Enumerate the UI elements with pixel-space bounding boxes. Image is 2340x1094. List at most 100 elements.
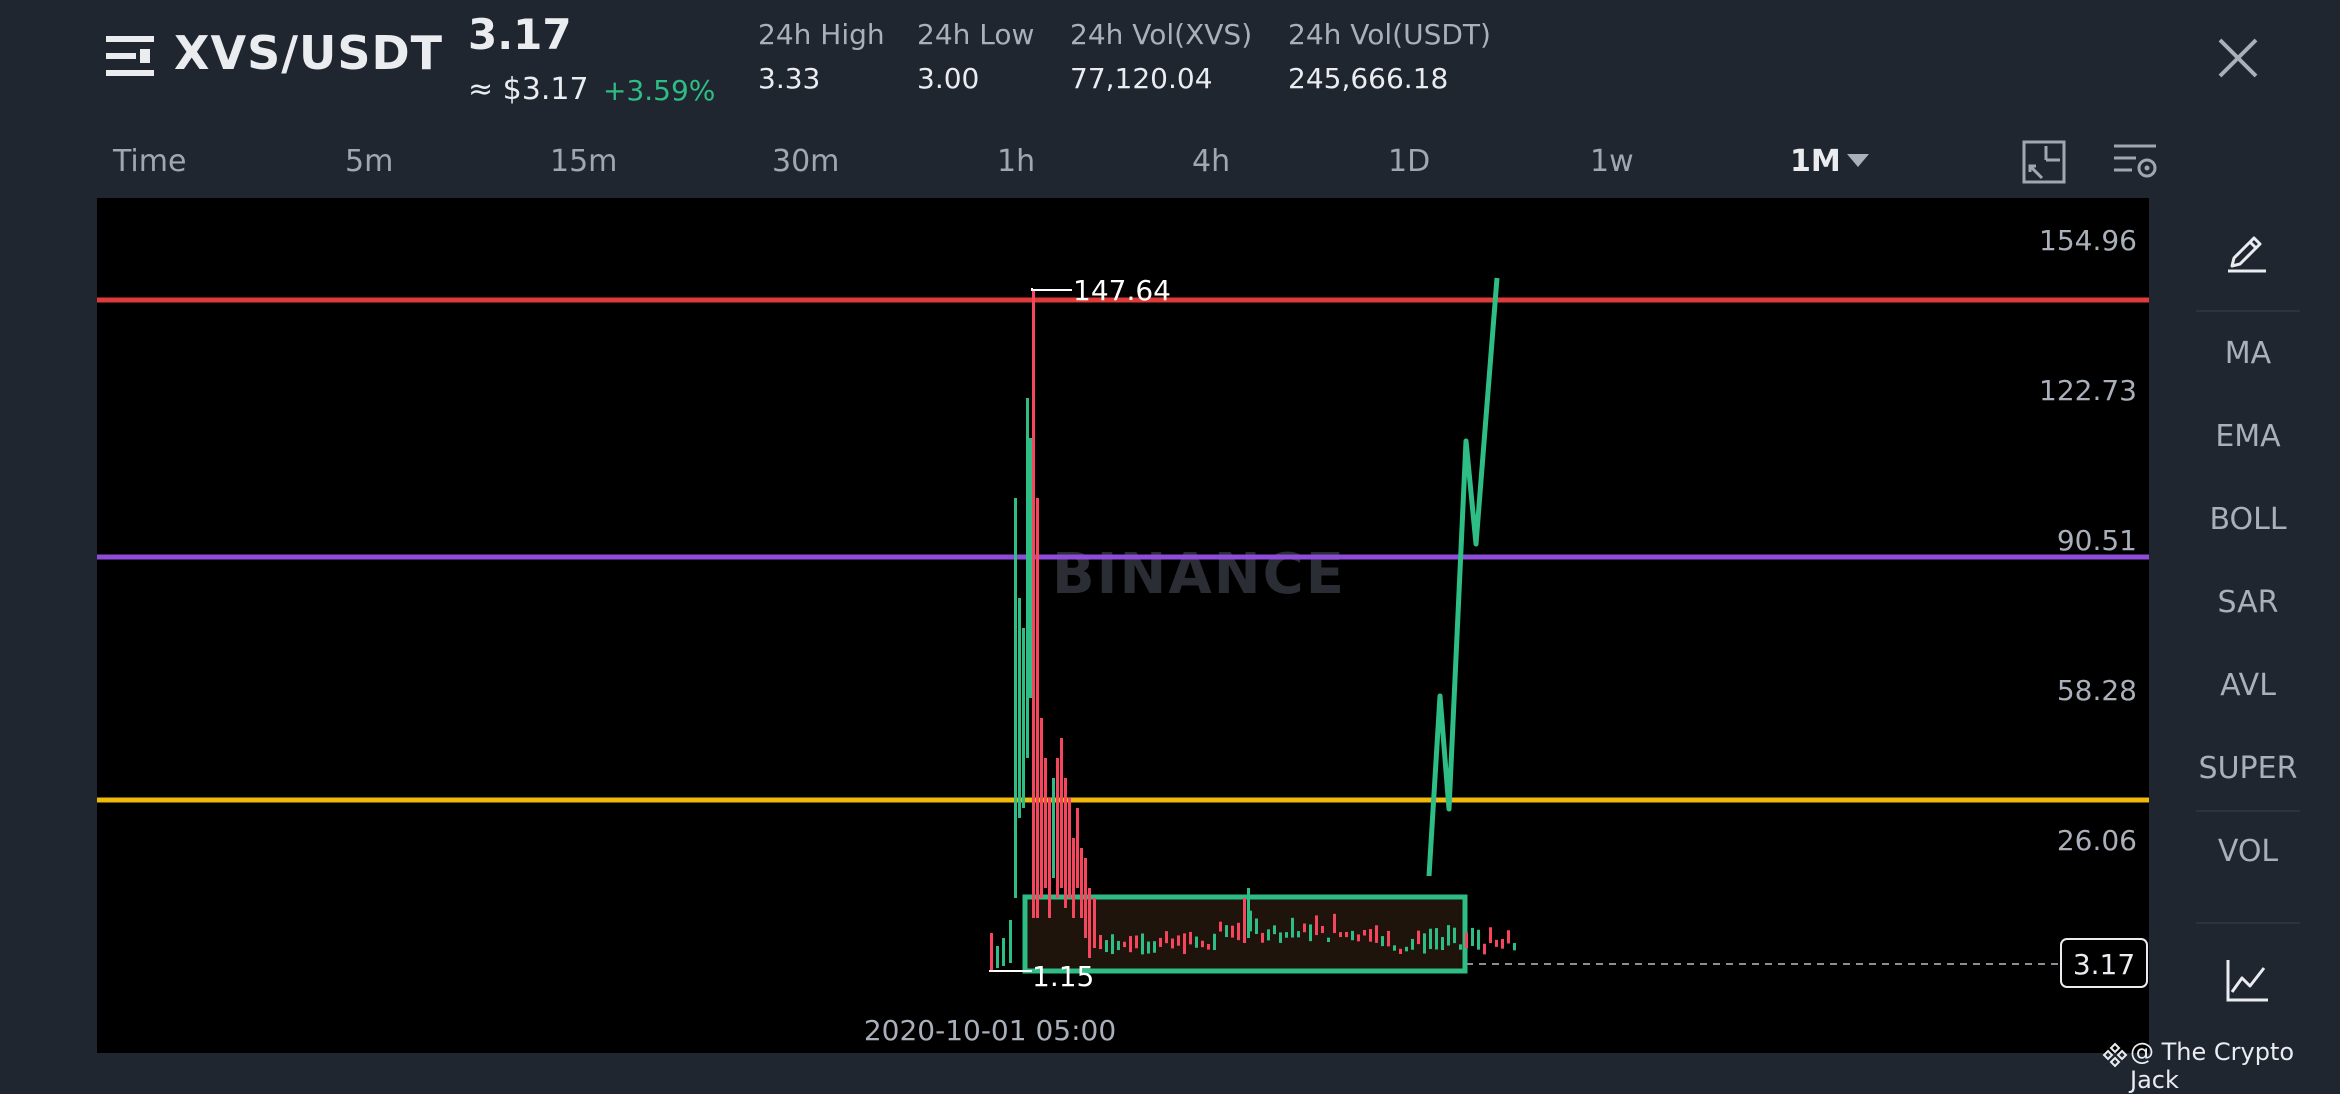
candle xyxy=(1465,932,1468,949)
candle xyxy=(1501,938,1504,949)
tab-1m[interactable]: 1M xyxy=(1790,144,1841,179)
candle xyxy=(1375,925,1378,943)
high-label: 147.64 xyxy=(1073,274,1171,307)
candle xyxy=(1507,930,1510,944)
candle xyxy=(1441,937,1444,951)
candle xyxy=(1099,935,1102,950)
candle xyxy=(1303,923,1306,933)
candle xyxy=(1393,945,1396,951)
candle xyxy=(1435,928,1438,950)
tab-30m[interactable]: 30m xyxy=(772,144,839,179)
candle xyxy=(1255,918,1258,935)
high-marker xyxy=(1031,288,1072,291)
candle xyxy=(1261,932,1264,943)
candle xyxy=(1153,941,1156,953)
candle xyxy=(1267,929,1270,941)
candle xyxy=(1297,931,1300,938)
tab-1w[interactable]: 1w xyxy=(1590,144,1634,179)
crosshair-date-label: 2020-10-01 05:00 xyxy=(864,1014,1116,1047)
candle xyxy=(1351,930,1354,941)
indicator-sar[interactable]: SAR xyxy=(2196,585,2300,620)
candle xyxy=(1084,858,1087,938)
stat-value-vol-usdt: 245,666.18 xyxy=(1288,62,1449,95)
indicator-ema[interactable]: EMA xyxy=(2196,419,2300,454)
candle xyxy=(1111,934,1114,955)
projected-move-line xyxy=(1426,277,1500,877)
candle xyxy=(1117,940,1120,951)
tab-time[interactable]: Time xyxy=(113,144,186,179)
author-credit: @ The Crypto Jack xyxy=(2130,1038,2295,1094)
binance-logo-icon xyxy=(2102,1042,2128,1068)
candle xyxy=(1273,925,1276,935)
indicator-vol[interactable]: VOL xyxy=(2196,834,2300,869)
tab-1d[interactable]: 1D xyxy=(1388,144,1430,179)
candle xyxy=(1093,898,1096,948)
candle xyxy=(1405,946,1408,952)
candle xyxy=(1213,933,1216,951)
candle xyxy=(1032,290,1035,918)
candle xyxy=(1447,925,1450,946)
candle xyxy=(1285,932,1288,938)
candle xyxy=(1339,932,1342,938)
indicator-ma[interactable]: MA xyxy=(2196,336,2300,371)
candle xyxy=(1357,934,1360,942)
caret-down-icon[interactable] xyxy=(1847,154,1869,168)
divider xyxy=(2196,922,2300,924)
tab-15m[interactable]: 15m xyxy=(550,144,617,179)
candle xyxy=(1219,921,1222,932)
candle xyxy=(1040,718,1043,898)
candle xyxy=(1135,935,1138,949)
stat-label-vol-xvs: 24h Vol(XVS) xyxy=(1070,18,1253,51)
price-change: +3.59% xyxy=(603,74,716,107)
candle xyxy=(1327,937,1330,943)
indicator-super[interactable]: SUPER xyxy=(2196,751,2300,786)
candle xyxy=(1321,925,1324,934)
candle xyxy=(1369,929,1372,942)
divider xyxy=(2196,310,2300,312)
candle xyxy=(1459,944,1462,950)
tab-1h[interactable]: 1h xyxy=(997,144,1035,179)
candle xyxy=(1363,929,1366,936)
menu-icon[interactable] xyxy=(106,34,154,78)
indicator-avl[interactable]: AVL xyxy=(2196,668,2300,703)
candle xyxy=(1453,927,1456,944)
stat-value-high: 3.33 xyxy=(758,62,821,95)
candle xyxy=(1195,936,1198,948)
candle xyxy=(1072,838,1075,918)
candle xyxy=(1387,930,1390,947)
candle xyxy=(1489,927,1492,944)
fullscreen-exit-icon[interactable] xyxy=(2022,140,2066,184)
candle xyxy=(1513,943,1516,951)
tab-5m[interactable]: 5m xyxy=(345,144,393,179)
y-tick-label: 26.06 xyxy=(2057,824,2137,857)
candle xyxy=(1201,940,1204,948)
candlestick-series xyxy=(990,290,1516,971)
price-chart[interactable]: BINANCE 147.64 1.15 154.96 122.73 90.51 … xyxy=(97,198,2149,1053)
candle xyxy=(1279,932,1282,943)
candle xyxy=(1165,931,1168,944)
candle xyxy=(1309,924,1312,942)
candle xyxy=(1080,848,1083,918)
candle xyxy=(1076,808,1079,888)
candle xyxy=(1471,927,1474,946)
line-chart-icon[interactable] xyxy=(2224,958,2270,1004)
candle xyxy=(1189,931,1192,945)
y-tick-label: 122.73 xyxy=(2039,374,2137,407)
close-icon[interactable] xyxy=(2210,30,2266,86)
current-price-label: 3.17 xyxy=(2073,948,2135,981)
candle xyxy=(1177,935,1180,946)
pair-title[interactable]: XVS/USDT xyxy=(174,26,443,80)
indicator-boll[interactable]: BOLL xyxy=(2196,502,2300,537)
candle xyxy=(1105,940,1108,953)
tab-4h[interactable]: 4h xyxy=(1192,144,1230,179)
candle xyxy=(1333,913,1336,934)
candle xyxy=(1171,938,1174,949)
candle xyxy=(1052,778,1055,878)
candle xyxy=(1399,948,1402,955)
candle xyxy=(1147,941,1150,954)
candle xyxy=(990,933,993,971)
pencil-icon[interactable] xyxy=(2224,228,2270,274)
chart-settings-icon[interactable] xyxy=(2112,142,2158,182)
divider xyxy=(2196,810,2300,812)
usd-price: ≈ $3.17 xyxy=(468,72,589,107)
